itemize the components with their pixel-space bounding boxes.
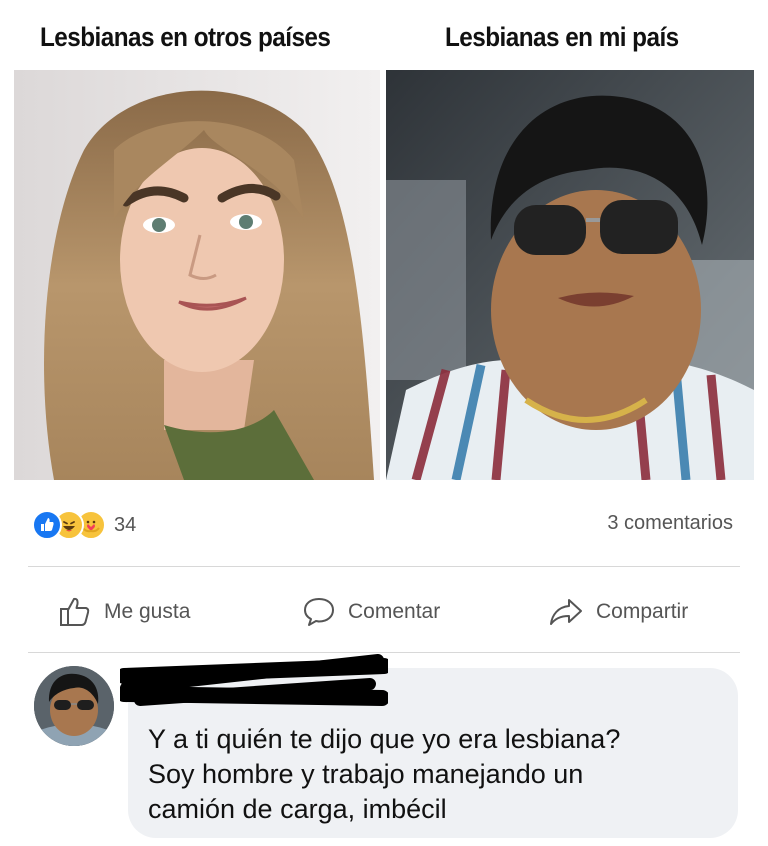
action-bar: Me gusta Comentar Compartir (0, 590, 768, 634)
share-button[interactable]: Compartir (548, 590, 688, 634)
like-button-label: Me gusta (104, 600, 191, 623)
photo-left[interactable] (14, 70, 380, 480)
redaction-mark (120, 654, 388, 706)
divider-bottom (28, 652, 740, 653)
share-arrow-icon (550, 599, 582, 625)
thumbs-up-icon (60, 597, 90, 626)
comment-button[interactable]: Comentar (302, 590, 440, 634)
commenter-avatar[interactable] (34, 666, 114, 746)
caption-right: Lesbianas en mi país (445, 22, 679, 52)
comment-text: Y a ti quién te dijo que yo era lesbiana… (148, 722, 728, 827)
caption-left: Lesbianas en otros países (40, 22, 331, 52)
like-icon (32, 510, 62, 540)
comment-bubble-icon (304, 598, 334, 626)
reaction-count: 34 (114, 513, 137, 536)
portrait-woman-image (14, 70, 380, 480)
portrait-man-sunglasses-image (386, 70, 754, 480)
like-button[interactable]: Me gusta (58, 590, 190, 634)
comment-button-label: Comentar (348, 600, 441, 623)
comment-line: Soy hombre y trabajo manejando un (148, 759, 584, 789)
divider-top (28, 566, 740, 567)
reaction-summary[interactable]: 34 (32, 507, 136, 543)
comment-line: Y a ti quién te dijo que yo era lesbiana… (148, 724, 621, 754)
photo-right[interactable] (386, 70, 754, 480)
share-button-label: Compartir (596, 600, 689, 623)
avatar-image (34, 666, 114, 746)
comment-line: camión de carga, imbécil (148, 794, 447, 824)
comments-count-link[interactable]: 3 comentarios (607, 512, 733, 535)
meme-captions: Lesbianas en otros países Lesbianas en m… (0, 22, 768, 62)
